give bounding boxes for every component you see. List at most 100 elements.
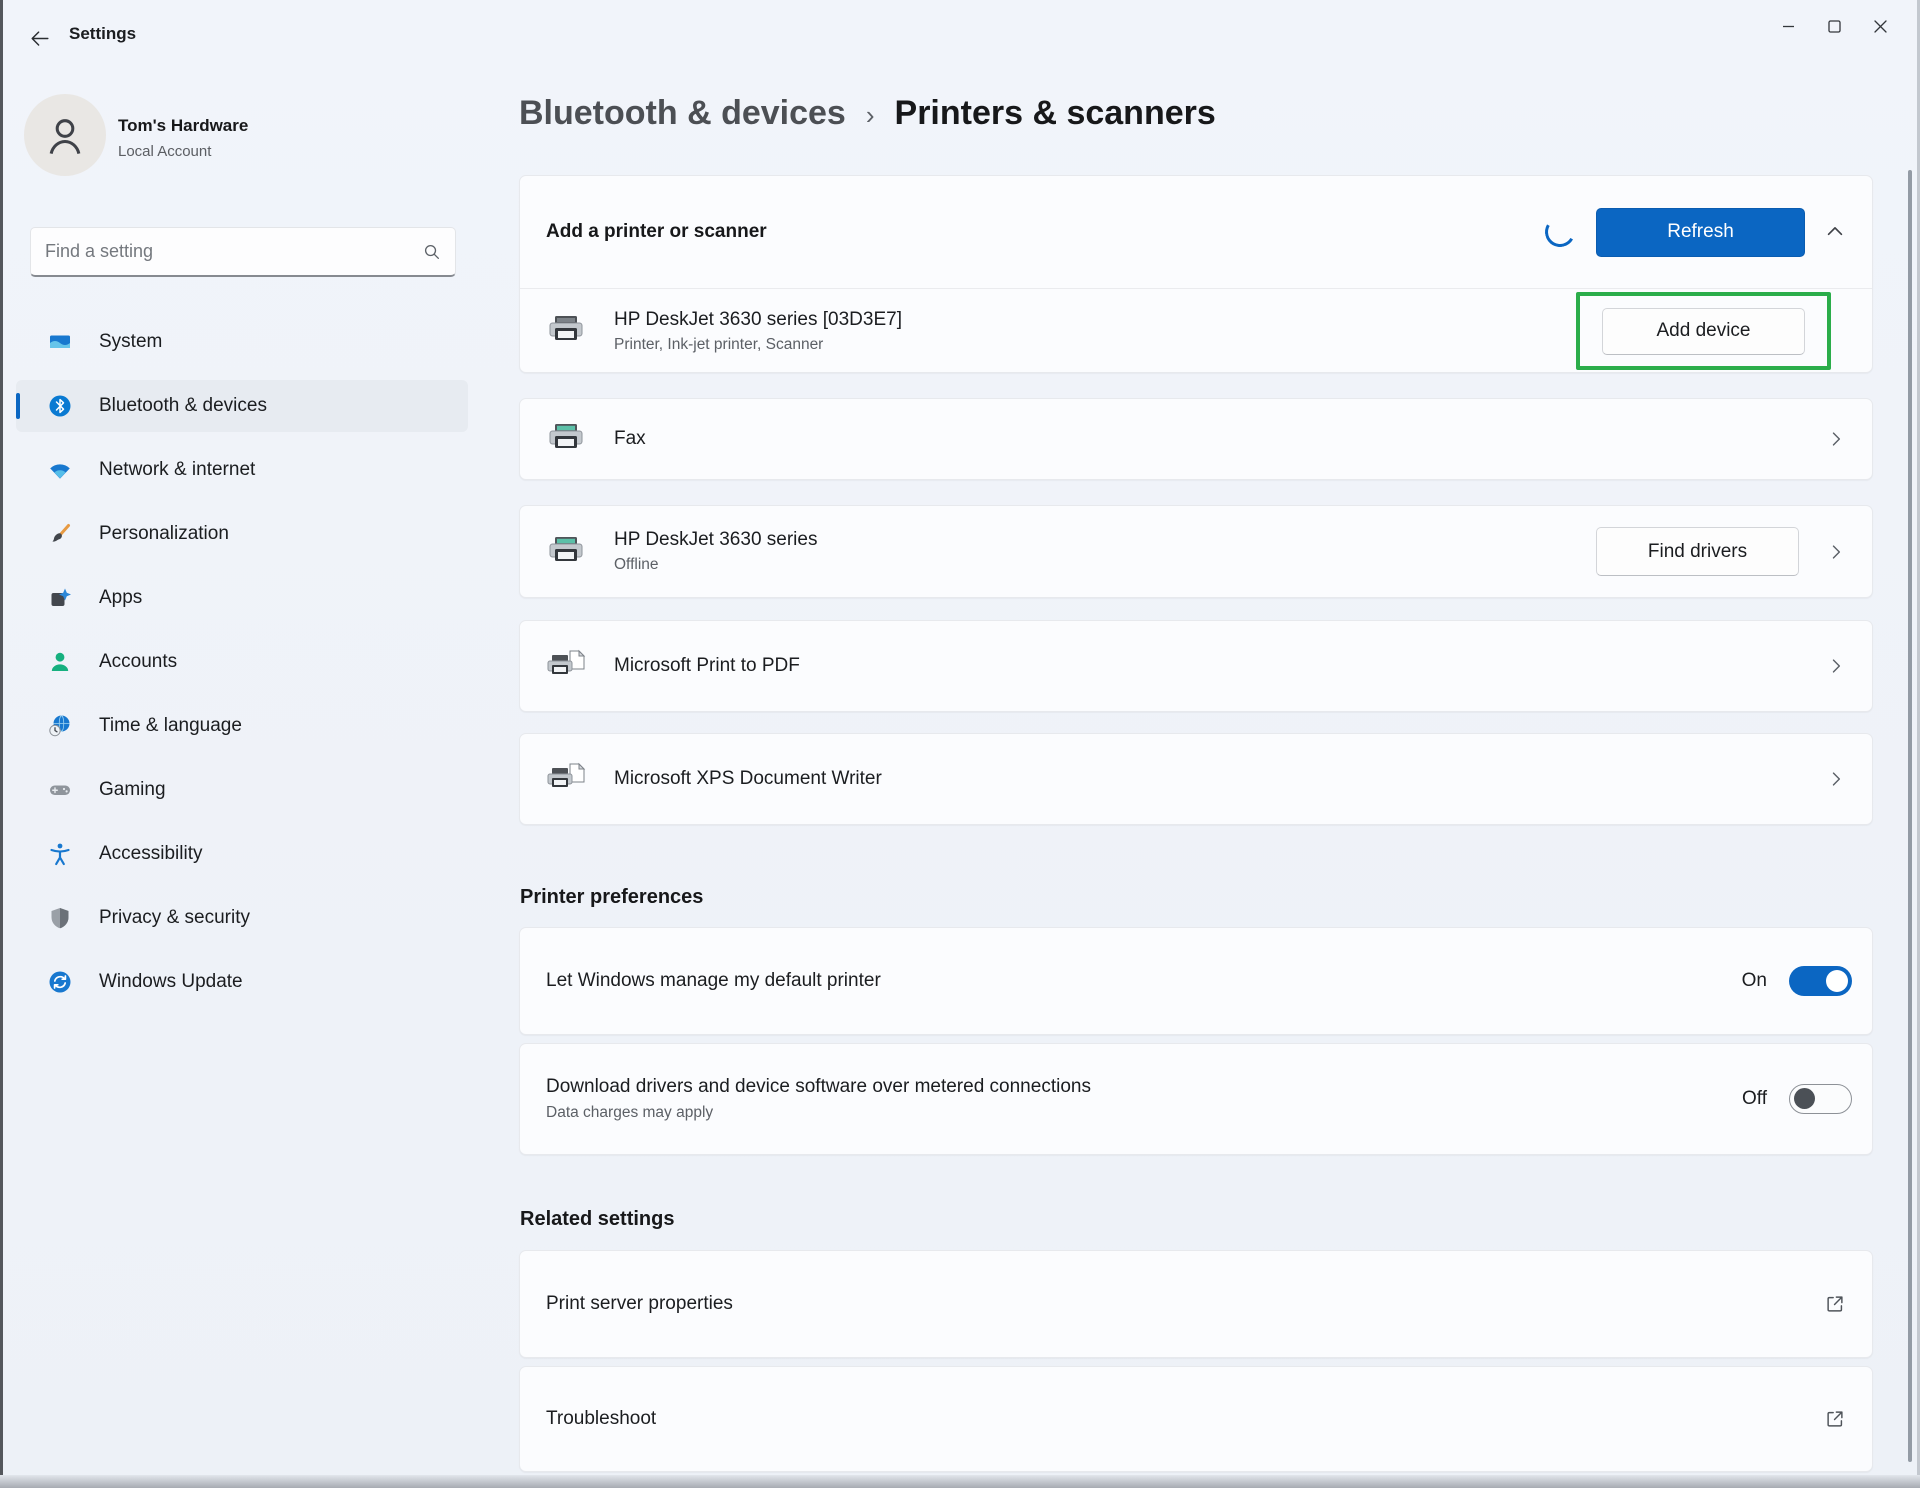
close-button[interactable] bbox=[1857, 8, 1903, 44]
bluetooth-icon bbox=[48, 394, 72, 418]
globe-clock-icon bbox=[48, 714, 72, 738]
related-settings-heading: Related settings bbox=[520, 1208, 675, 1230]
sidebar-item-label: Network & internet bbox=[99, 459, 256, 480]
printer-document-icon bbox=[546, 762, 586, 796]
sidebar-item-label: System bbox=[99, 331, 163, 352]
window-title: Settings bbox=[69, 24, 137, 43]
sidebar-item-personalization[interactable]: Personalization bbox=[16, 508, 468, 560]
back-button[interactable] bbox=[23, 22, 57, 56]
device-card-xps-writer[interactable]: Microsoft XPS Document Writer bbox=[519, 733, 1873, 825]
apps-icon bbox=[48, 586, 72, 610]
sidebar-item-accounts[interactable]: Accounts bbox=[16, 636, 468, 688]
print-server-properties-card[interactable]: Print server properties bbox=[519, 1250, 1873, 1358]
sidebar-item-privacy-security[interactable]: Privacy & security bbox=[16, 892, 468, 944]
setting-sublabel: Data charges may apply bbox=[546, 1104, 714, 1121]
scrollbar[interactable] bbox=[1908, 170, 1912, 1462]
chevron-up-icon[interactable] bbox=[1824, 221, 1846, 243]
add-printer-label: Add a printer or scanner bbox=[546, 221, 767, 242]
sidebar-item-label: Windows Update bbox=[99, 971, 243, 992]
add-device-button[interactable]: Add device bbox=[1602, 307, 1805, 355]
sidebar: System Bluetooth & devices Network & int… bbox=[16, 316, 468, 1020]
titlebar: Settings bbox=[3, 0, 1917, 62]
external-link-icon bbox=[1824, 1293, 1846, 1315]
find-drivers-button[interactable]: Find drivers bbox=[1596, 527, 1799, 576]
sidebar-item-label: Bluetooth & devices bbox=[99, 395, 267, 416]
back-arrow-icon bbox=[29, 28, 51, 50]
search-input[interactable] bbox=[45, 241, 422, 262]
window-bottom-edge bbox=[0, 1475, 1920, 1488]
system-icon bbox=[48, 330, 72, 354]
device-card-fax[interactable]: Fax bbox=[519, 398, 1873, 480]
page-title: Printers & scanners bbox=[894, 94, 1216, 132]
printer-preferences-heading: Printer preferences bbox=[520, 886, 704, 908]
refresh-button[interactable]: Refresh bbox=[1596, 207, 1805, 257]
default-printer-card: Let Windows manage my default printer On bbox=[519, 927, 1873, 1035]
highlight-box: Add device bbox=[1576, 292, 1831, 370]
wifi-icon bbox=[48, 458, 72, 482]
device-name: Microsoft Print to PDF bbox=[614, 655, 800, 676]
printer-document-icon bbox=[546, 649, 586, 683]
toggle-state-label: Off bbox=[1742, 1088, 1767, 1109]
shield-icon bbox=[48, 906, 72, 930]
sidebar-item-gaming[interactable]: Gaming bbox=[16, 764, 468, 816]
printer-icon bbox=[546, 535, 586, 569]
search-icon bbox=[422, 242, 441, 261]
external-link-icon bbox=[1824, 1408, 1846, 1430]
breadcrumb: Bluetooth & devices › Printers & scanner… bbox=[519, 94, 1216, 133]
add-printer-row: Add a printer or scanner Refresh bbox=[520, 176, 1872, 288]
minimize-button[interactable] bbox=[1765, 8, 1811, 44]
link-label: Troubleshoot bbox=[546, 1408, 657, 1429]
sidebar-item-label: Gaming bbox=[99, 779, 166, 800]
metered-downloads-card: Download drivers and device software ove… bbox=[519, 1043, 1873, 1155]
sidebar-item-label: Time & language bbox=[99, 715, 242, 736]
chevron-right-icon bbox=[1826, 429, 1846, 449]
link-label: Print server properties bbox=[546, 1293, 733, 1314]
sidebar-item-network-internet[interactable]: Network & internet bbox=[16, 444, 468, 496]
device-name: HP DeskJet 3630 series [03D3E7] bbox=[614, 308, 902, 330]
toggle-knob bbox=[1826, 970, 1848, 992]
sidebar-item-label: Apps bbox=[99, 587, 143, 608]
sidebar-item-apps[interactable]: Apps bbox=[16, 572, 468, 624]
breadcrumb-parent[interactable]: Bluetooth & devices bbox=[519, 94, 846, 133]
device-description: Printer, Ink-jet printer, Scanner bbox=[614, 335, 824, 353]
troubleshoot-card[interactable]: Troubleshoot bbox=[519, 1366, 1873, 1472]
loading-spinner bbox=[1541, 213, 1579, 251]
default-printer-toggle[interactable] bbox=[1789, 966, 1852, 996]
toggle-state-label: On bbox=[1741, 970, 1767, 991]
update-arrows-icon bbox=[48, 970, 72, 994]
window-left-edge bbox=[0, 0, 3, 1488]
selected-indicator bbox=[16, 393, 20, 419]
breadcrumb-chevron-icon: › bbox=[865, 100, 875, 130]
account-type: Local Account bbox=[118, 143, 212, 160]
settings-window: Settings Tom's Hardware Local Account Sy… bbox=[0, 0, 1920, 1488]
account-name: Tom's Hardware bbox=[118, 116, 249, 135]
device-name: Fax bbox=[614, 428, 646, 449]
chevron-right-icon bbox=[1826, 656, 1846, 676]
setting-label: Download drivers and device software ove… bbox=[546, 1076, 1091, 1097]
device-row-hp-deskjet-03d3e7[interactable]: HP DeskJet 3630 series [03D3E7] Printer,… bbox=[520, 289, 1872, 373]
sidebar-item-time-language[interactable]: Time & language bbox=[16, 700, 468, 752]
device-status: Offline bbox=[614, 556, 659, 573]
metered-downloads-toggle[interactable] bbox=[1789, 1084, 1852, 1114]
printer-icon bbox=[546, 314, 586, 348]
device-card-hp-deskjet-offline[interactable]: HP DeskJet 3630 series Offline Find driv… bbox=[519, 505, 1873, 598]
sidebar-item-windows-update[interactable]: Windows Update bbox=[16, 956, 468, 1008]
chevron-right-icon bbox=[1826, 542, 1846, 562]
maximize-button[interactable] bbox=[1811, 8, 1857, 44]
sidebar-item-label: Personalization bbox=[99, 523, 229, 544]
sidebar-item-label: Privacy & security bbox=[99, 907, 250, 928]
device-name: HP DeskJet 3630 series bbox=[614, 529, 818, 550]
add-printer-card: Add a printer or scanner Refresh HP Desk… bbox=[519, 175, 1873, 373]
person-icon bbox=[48, 650, 72, 674]
toggle-knob bbox=[1794, 1088, 1815, 1109]
sidebar-item-accessibility[interactable]: Accessibility bbox=[16, 828, 468, 880]
sidebar-item-system[interactable]: System bbox=[16, 316, 468, 368]
paintbrush-icon bbox=[48, 522, 72, 546]
accessibility-icon bbox=[48, 842, 72, 866]
chevron-right-icon bbox=[1826, 769, 1846, 789]
device-name: Microsoft XPS Document Writer bbox=[614, 768, 882, 789]
sidebar-item-label: Accounts bbox=[99, 651, 178, 672]
sidebar-item-bluetooth-devices[interactable]: Bluetooth & devices bbox=[16, 380, 468, 432]
device-card-print-to-pdf[interactable]: Microsoft Print to PDF bbox=[519, 620, 1873, 712]
game-controller-icon bbox=[48, 778, 72, 802]
